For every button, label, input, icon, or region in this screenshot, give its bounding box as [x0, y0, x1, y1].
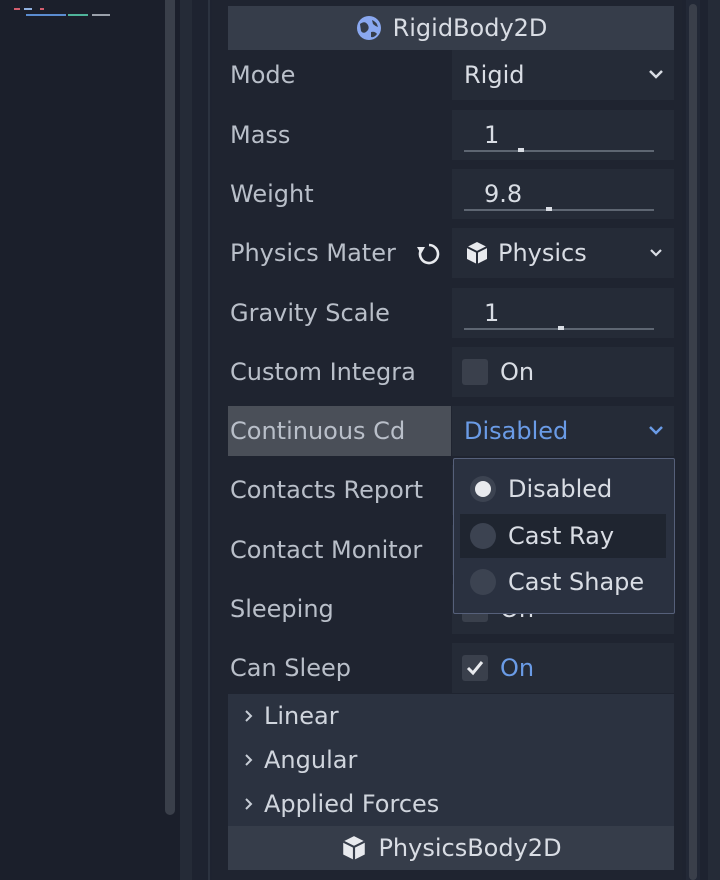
group-linear[interactable]: Linear	[228, 694, 674, 738]
can-sleep-checkbox[interactable]: On	[452, 643, 674, 693]
weight-spinbox[interactable]: 9.8	[452, 169, 674, 219]
mass-label: Mass	[230, 121, 291, 149]
section-title: RigidBody2D	[392, 14, 548, 42]
unchecked-box[interactable]	[462, 359, 488, 385]
weight-label: Weight	[230, 180, 314, 208]
menu-item-label: Cast Ray	[508, 522, 615, 550]
checked-box[interactable]	[462, 655, 488, 681]
mode-label: Mode	[230, 61, 296, 89]
panel-edge	[708, 0, 720, 880]
physics-material-label: Physics Mater	[230, 239, 396, 267]
can-sleep-value: On	[500, 654, 535, 682]
checkmark-icon	[466, 661, 484, 676]
sleeping-label: Sleeping	[230, 595, 334, 623]
physics-material-value: Physics	[498, 239, 587, 267]
gravity-scale-label: Gravity Scale	[230, 299, 390, 327]
mass-slider-grabber[interactable]	[518, 148, 524, 152]
menu-item-label: Cast Shape	[508, 568, 645, 596]
menu-item-cast-ray[interactable]: Cast Ray	[460, 514, 666, 558]
group-angular[interactable]: Angular	[228, 738, 674, 782]
physics-material-resource[interactable]: Physics	[452, 228, 674, 278]
mass-spinbox[interactable]: 1	[452, 110, 674, 160]
mode-value: Rigid	[464, 61, 525, 89]
cube-icon	[340, 834, 368, 862]
contacts-reported-label: Contacts Report	[230, 476, 424, 504]
code-minimap[interactable]	[14, 8, 114, 18]
radio-icon	[470, 523, 496, 549]
radio-selected-icon	[470, 476, 496, 502]
physicsbody2d-section-header[interactable]: PhysicsBody2D	[228, 826, 674, 870]
divider-line	[208, 0, 210, 880]
weight-slider-grabber[interactable]	[546, 207, 552, 211]
continuous-cd-dropdown[interactable]: Disabled	[452, 406, 674, 456]
revert-icon[interactable]	[416, 241, 442, 267]
section-title: PhysicsBody2D	[378, 834, 562, 862]
editor-scrollbar[interactable]	[165, 0, 175, 815]
menu-item-disabled[interactable]: Disabled	[460, 467, 666, 511]
chevron-right-icon	[245, 710, 253, 722]
mode-dropdown[interactable]: Rigid	[452, 50, 674, 100]
weight-slider-track[interactable]	[464, 209, 654, 211]
inspector-scrollbar[interactable]	[689, 4, 697, 880]
chevron-down-icon	[649, 70, 663, 79]
group-applied-forces[interactable]: Applied Forces	[228, 782, 674, 826]
custom-integrator-value: On	[500, 358, 535, 386]
group-label: Angular	[264, 746, 358, 774]
custom-integrator-label: Custom Integra	[230, 358, 416, 386]
continuous-cd-label: Continuous Cd	[228, 406, 451, 456]
rigidbody2d-section-header[interactable]: RigidBody2D	[228, 6, 674, 50]
gravity-scale-slider-grabber[interactable]	[558, 326, 564, 330]
menu-item-label: Disabled	[508, 475, 613, 503]
custom-integrator-checkbox[interactable]: On	[452, 347, 674, 397]
gravity-scale-spinbox[interactable]: 1	[452, 288, 674, 338]
script-editor-pane	[0, 0, 180, 880]
continuous-cd-popup-menu: Disabled Cast Ray Cast Shape	[453, 458, 675, 614]
gravity-scale-value: 1	[484, 299, 500, 327]
globe-icon	[355, 14, 383, 42]
radio-icon	[470, 569, 496, 595]
chevron-right-icon	[245, 798, 253, 810]
chevron-down-icon	[649, 426, 663, 435]
group-label: Linear	[264, 702, 339, 730]
continuous-cd-value: Disabled	[464, 417, 569, 445]
weight-value: 9.8	[484, 180, 523, 208]
cube-icon	[466, 242, 488, 264]
mass-value: 1	[484, 121, 500, 149]
contact-monitor-label: Contact Monitor	[230, 536, 423, 564]
chevron-right-icon	[245, 754, 253, 766]
split-divider[interactable]	[180, 0, 192, 880]
mass-slider-track[interactable]	[464, 150, 654, 152]
group-label: Applied Forces	[264, 790, 440, 818]
menu-item-cast-shape[interactable]: Cast Shape	[460, 560, 666, 604]
can-sleep-label: Can Sleep	[230, 654, 351, 682]
chevron-down-icon[interactable]	[646, 242, 666, 262]
